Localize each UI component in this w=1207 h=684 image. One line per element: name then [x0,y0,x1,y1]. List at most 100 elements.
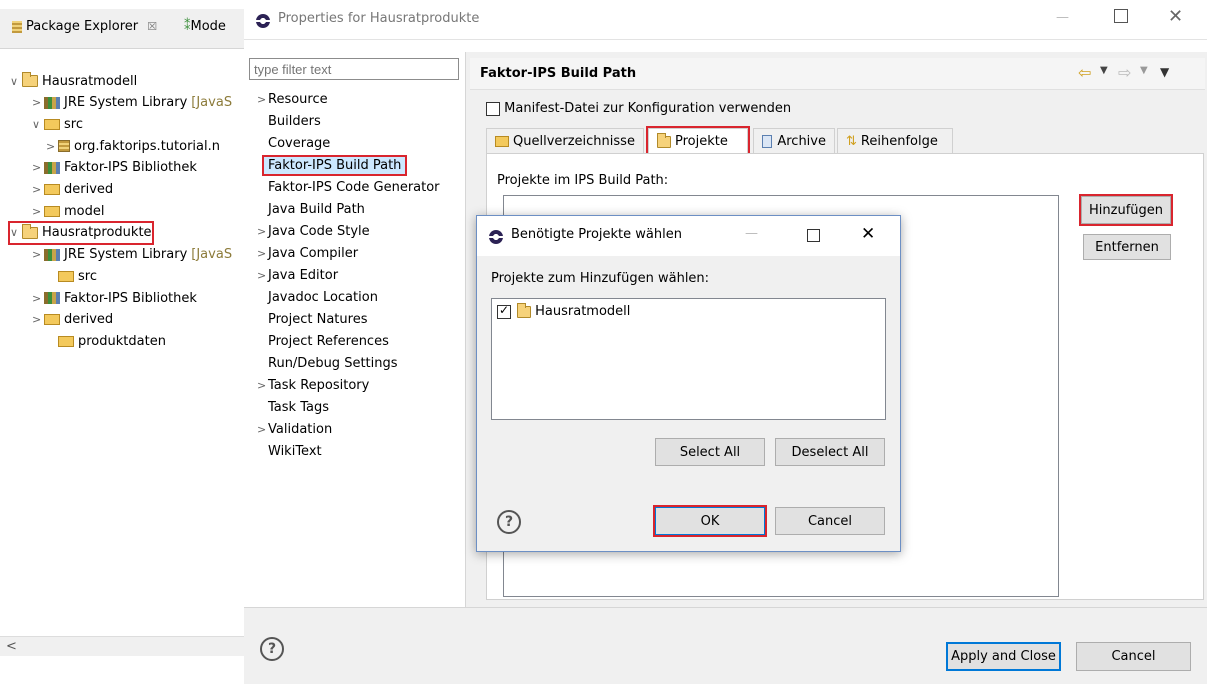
nav-item[interactable]: > Task Repository [244,374,466,396]
scroll-left-icon[interactable]: < [6,639,17,654]
nav-item-label: Coverage [268,135,331,151]
chevron-right-icon[interactable]: > [32,183,44,196]
horizontal-scrollbar[interactable]: < [0,636,245,656]
package-explorer-panel: Package Explorer ☒ ⁑Mode ∨ Hausratmodell >… [0,0,245,684]
chevron-right-icon[interactable]: > [32,313,44,326]
tree-item[interactable]: > JRE System Library [JavaS [32,93,232,113]
project-checkbox[interactable]: ✓ [497,303,511,319]
nav-item[interactable]: Project References [244,330,466,352]
chevron-right-icon[interactable]: > [244,423,266,436]
tree-item[interactable]: > Faktor-IPS Bibliothek [32,158,197,178]
close-icon[interactable]: ☒ [147,20,157,33]
tree-item-label: src [64,116,83,132]
chevron-down-icon[interactable]: ∨ [10,75,22,88]
forward-dropdown-icon[interactable]: ▼ [1140,65,1148,76]
chevron-down-icon[interactable]: ∨ [10,226,22,239]
nav-item-label: Project References [268,333,389,349]
nav-item-label: WikiText [268,443,322,459]
select-all-button[interactable]: Select All [655,438,765,466]
tab-archive[interactable]: Archive [753,128,835,154]
tree-item[interactable]: > model [32,201,104,221]
tree-item[interactable]: > derived [32,310,113,330]
package-explorer-tabbar: Package Explorer ☒ ⁑Mode [0,9,245,49]
help-icon[interactable]: ? [260,637,284,661]
chevron-right-icon[interactable]: > [32,248,44,261]
tree-item[interactable]: > org.faktorips.tutorial.n [46,136,220,156]
minimize-icon[interactable]: — [1056,10,1069,25]
tree-item[interactable]: > derived [32,180,113,200]
chevron-right-icon[interactable]: > [244,247,266,260]
chevron-right-icon[interactable]: > [244,379,266,392]
nav-item[interactable]: Project Natures [244,308,466,330]
tab-reihenfolge[interactable]: ⇅ Reihenfolge [837,128,953,154]
view-menu-icon[interactable]: ▼ [1160,65,1169,79]
nav-item[interactable]: Builders [244,110,466,132]
nav-item[interactable]: Faktor-IPS Code Generator [244,176,466,198]
back-arrow-icon[interactable]: ⇦ [1078,63,1091,82]
tree-item-label: Hausratmodell [42,73,138,89]
chevron-right-icon[interactable]: > [32,96,44,109]
nav-item-label: Java Editor [268,267,339,283]
tree-item[interactable]: ∨ Hausratprodukte [8,220,154,245]
cancel-button[interactable]: Cancel [1076,642,1191,671]
nav-item[interactable]: Java Build Path [244,198,466,220]
nav-item[interactable]: > Java Editor [244,264,466,286]
tree-item-label: src [78,268,97,284]
nav-item[interactable]: > Validation [244,418,466,440]
filter-input[interactable] [249,58,459,80]
tree-item[interactable]: ∨ Hausratmodell [10,71,137,91]
tab-package-explorer[interactable]: Package Explorer ☒ [12,19,157,34]
chevron-right-icon[interactable]: > [32,292,44,305]
page-title: Faktor-IPS Build Path [480,66,637,81]
chevron-right-icon[interactable]: > [244,269,266,282]
chevron-right-icon[interactable]: > [32,161,44,174]
maximize-icon[interactable] [807,229,820,242]
chevron-right-icon[interactable]: > [244,225,266,238]
tab-model-explorer[interactable]: ⁑Mode [184,19,226,34]
chevron-right-icon[interactable]: > [244,93,266,106]
nav-item[interactable]: Coverage [244,132,466,154]
tree-item[interactable]: produktdaten [46,331,166,351]
add-button[interactable]: Hinzufügen [1079,194,1173,226]
nav-item[interactable]: Run/Debug Settings [244,352,466,374]
ok-button[interactable]: OK [653,505,767,537]
nav-item[interactable]: Task Tags [244,396,466,418]
close-icon[interactable]: ✕ [1168,6,1183,27]
project-checklist[interactable]: ✓ Hausratmodell [491,298,886,420]
help-icon[interactable]: ? [497,510,521,534]
forward-arrow-icon[interactable]: ⇨ [1118,63,1131,82]
chevron-right-icon[interactable]: > [46,140,58,153]
tree-item[interactable]: ∨ src [32,114,83,134]
manifest-checkbox[interactable] [486,101,500,116]
maximize-icon[interactable] [1114,9,1128,23]
deselect-all-button[interactable]: Deselect All [775,438,885,466]
cancel-button[interactable]: Cancel [775,507,885,535]
close-icon[interactable]: ✕ [861,224,875,244]
back-dropdown-icon[interactable]: ▼ [1100,65,1108,76]
tree-item[interactable]: > Faktor-IPS Bibliothek [32,288,197,308]
manifest-checkbox-row[interactable]: Manifest-Datei zur Konfiguration verwend… [486,101,791,116]
nav-item[interactable]: > Resource [244,88,466,110]
minimize-icon[interactable]: — [745,226,758,241]
ips-project-icon [657,132,671,148]
chevron-down-icon[interactable]: ∨ [32,118,44,131]
nav-item[interactable]: WikiText [244,440,466,462]
nav-item[interactable]: > Java Compiler [244,242,466,264]
apply-and-close-button[interactable]: Apply and Close [946,642,1061,671]
tree-item-label: produktdaten [78,333,166,349]
remove-button[interactable]: Entfernen [1083,234,1171,260]
tab-quellverzeichnisse[interactable]: Quellverzeichnisse [486,128,644,154]
chevron-right-icon[interactable]: > [32,205,44,218]
tab-label: Quellverzeichnisse [513,134,635,149]
nav-item-label: Faktor-IPS Build Path [261,154,408,176]
tab-projekte[interactable]: Projekte [646,126,750,156]
nav-item[interactable]: Javadoc Location [244,286,466,308]
tree-item-label: derived [64,312,114,328]
tree-item[interactable]: src [46,266,97,286]
nav-item[interactable]: Faktor-IPS Build Path [244,154,466,176]
project-label: Hausratmodell [535,304,631,319]
list-item[interactable]: ✓ Hausratmodell [497,302,631,319]
page-header: Faktor-IPS Build Path ⇦ ▼ ⇨ ▼ ▼ [470,58,1205,90]
nav-item[interactable]: > Java Code Style [244,220,466,242]
tree-item[interactable]: > JRE System Library [JavaS [32,245,232,265]
